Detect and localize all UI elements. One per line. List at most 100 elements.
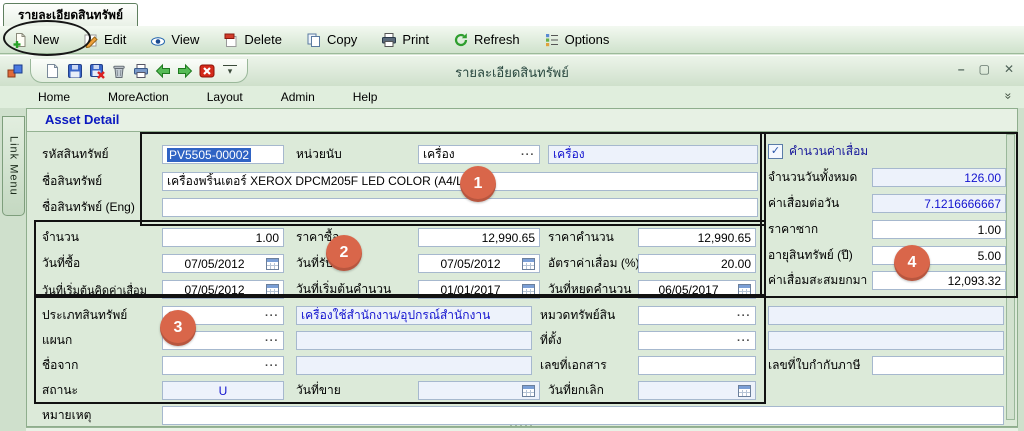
ellipsis-icon[interactable]: ··· <box>521 151 535 159</box>
tax-invoice-input[interactable] <box>872 356 1004 375</box>
calendar-icon[interactable] <box>522 258 535 270</box>
row-asset-code: รหัสสินทรัพย์ PV5505-00002 หน่วยนับ เครื… <box>42 144 758 165</box>
location-lookup-input[interactable]: ··· <box>638 331 756 350</box>
menu-moreaction[interactable]: MoreAction <box>108 90 169 104</box>
asset-code-input[interactable]: PV5505-00002 <box>162 145 284 164</box>
menu-bar: Home MoreAction Layout Admin Help » <box>0 86 1024 108</box>
department-label: แผนก <box>42 331 162 350</box>
tab-asset-detail[interactable]: รายละเอียดสินทรัพย์ <box>3 3 138 26</box>
per-day-field: 7.1216666667 <box>872 194 1006 213</box>
minimize-button[interactable]: – <box>958 62 965 76</box>
asset-category-lookup-input[interactable]: ··· <box>638 306 756 325</box>
row-accumulated: ค่าเสื่อมสะสมยกมา 12,093.32 <box>768 270 1006 291</box>
row-location-display <box>768 330 1004 351</box>
options-icon <box>544 32 560 48</box>
delete-button[interactable]: Delete <box>223 32 282 48</box>
menu-help[interactable]: Help <box>353 90 378 104</box>
life-years-input[interactable]: 5.00 <box>872 246 1006 265</box>
menu-overflow-icon[interactable]: » <box>1002 93 1016 100</box>
asset-type-display-field: เครื่องใช้สำนักงาน/อุปกรณ์สำนักงาน <box>296 306 532 325</box>
location-display-field <box>768 331 1004 350</box>
vendor-label: ชื่อจาก <box>42 356 162 375</box>
calendar-icon[interactable] <box>522 284 535 296</box>
calc-depreciation-label: คำนวนค่าเสื่อม <box>789 142 868 161</box>
delete-icon <box>223 32 239 48</box>
maximize-button[interactable]: ▢ <box>979 62 990 76</box>
calc-depreciation-checkbox[interactable]: ✓ <box>768 144 783 159</box>
cancel-date-input[interactable] <box>638 381 756 400</box>
new-button[interactable]: New <box>12 32 59 48</box>
location-label: ที่ตั้ง <box>540 331 638 350</box>
calendar-icon[interactable] <box>738 385 751 397</box>
window-titlebar: ▾ รายละเอียดสินทรัพย์ – ▢ ✕ <box>0 55 1024 87</box>
close-button[interactable]: ✕ <box>1004 62 1014 76</box>
vendor-lookup-input[interactable]: ··· <box>162 356 284 375</box>
annotation-badge-1: 1 <box>460 166 496 202</box>
accumulated-label: ค่าเสื่อมสะสมยกมา <box>768 271 872 290</box>
copy-icon <box>306 32 322 48</box>
document-no-input[interactable] <box>638 356 756 375</box>
menu-layout[interactable]: Layout <box>207 90 243 104</box>
purchase-date-input[interactable]: 07/05/2012 <box>162 254 284 273</box>
asset-code-value: PV5505-00002 <box>167 148 251 162</box>
salvage-label: ราคาซาก <box>768 220 872 239</box>
asset-name-eng-input[interactable] <box>162 198 758 217</box>
bottom-panel-edge <box>26 427 1018 431</box>
calendar-icon[interactable] <box>266 258 279 270</box>
options-button[interactable]: Options <box>544 32 610 48</box>
unit-lookup-input[interactable]: เครื่อง··· <box>418 145 540 164</box>
row-purchase-date: วันที่ซื้อ 07/05/2012 วันที่รับ 07/05/20… <box>42 253 758 274</box>
row-status: สถานะ U วันที่ขาย วันที่ยกเลิก <box>42 380 758 401</box>
quantity-input[interactable]: 1.00 <box>162 228 284 247</box>
link-menu-tab[interactable]: Link Menu <box>2 116 25 216</box>
asset-category-display-field <box>768 306 1004 325</box>
sell-date-label: วันที่ขาย <box>296 381 410 400</box>
view-button[interactable]: View <box>150 32 199 48</box>
refresh-button[interactable]: Refresh <box>453 32 520 48</box>
cancel-date-label: วันที่ยกเลิก <box>548 381 638 400</box>
edit-button[interactable]: Edit <box>83 32 126 48</box>
total-days-label: จำนวนวันทั้งหมด <box>768 168 872 187</box>
asset-code-label: รหัสสินทรัพย์ <box>42 145 162 164</box>
menu-admin[interactable]: Admin <box>281 90 315 104</box>
window-title: รายละเอียดสินทรัพย์ <box>0 62 1024 83</box>
asset-name-label: ชื่อสินทรัพย์ <box>42 172 162 191</box>
per-day-label: ค่าเสื่อมต่อวัน <box>768 194 872 213</box>
depreciation-start-input[interactable]: 07/05/2012 <box>162 280 284 299</box>
document-no-label: เลขที่เอกสาร <box>540 356 638 375</box>
ellipsis-icon[interactable]: ··· <box>265 312 279 320</box>
row-calc-depreciation: ✓ คำนวนค่าเสื่อม <box>768 141 1006 162</box>
ellipsis-icon[interactable]: ··· <box>737 337 751 345</box>
ellipsis-icon[interactable]: ··· <box>737 312 751 320</box>
purchase-price-input[interactable]: 12,990.65 <box>418 228 540 247</box>
view-icon <box>150 32 166 48</box>
refresh-icon <box>453 32 469 48</box>
print-button[interactable]: Print <box>381 32 429 48</box>
status-label: สถานะ <box>42 381 162 400</box>
accumulated-input[interactable]: 12,093.32 <box>872 271 1006 290</box>
ellipsis-icon[interactable]: ··· <box>265 337 279 345</box>
edit-icon <box>83 32 99 48</box>
depreciation-rate-input[interactable]: 20.00 <box>638 254 756 273</box>
menu-home[interactable]: Home <box>38 90 70 104</box>
calendar-icon[interactable] <box>266 284 279 296</box>
row-quantity: จำนวน 1.00 ราคาซื้อ 12,990.65 ราคาคำนวน … <box>42 227 758 248</box>
copy-button[interactable]: Copy <box>306 32 357 48</box>
calc-start-input[interactable]: 01/01/2017 <box>418 280 540 299</box>
quantity-label: จำนวน <box>42 228 162 247</box>
row-asset-name: ชื่อสินทรัพย์ เครื่องพริ้นเตอร์ XEROX DP… <box>42 171 758 192</box>
asset-type-label: ประเภทสินทรัพย์ <box>42 306 162 325</box>
vertical-scrollbar[interactable] <box>1006 134 1015 420</box>
window-controls: – ▢ ✕ <box>958 62 1014 76</box>
calc-price-input[interactable]: 12,990.65 <box>638 228 756 247</box>
section-header: Asset Detail <box>27 109 1017 132</box>
ellipsis-icon[interactable]: ··· <box>265 362 279 370</box>
calendar-icon[interactable] <box>738 284 751 296</box>
calendar-icon[interactable] <box>522 385 535 397</box>
asset-category-label: หมวดทรัพย์สิน <box>540 306 638 325</box>
receive-date-input[interactable]: 07/05/2012 <box>418 254 540 273</box>
salvage-input[interactable]: 1.00 <box>872 220 1006 239</box>
sell-date-input[interactable] <box>418 381 540 400</box>
calc-stop-input[interactable]: 06/05/2017 <box>638 280 756 299</box>
calc-start-label: วันที่เริ่มต้นคำนวน <box>296 280 410 299</box>
